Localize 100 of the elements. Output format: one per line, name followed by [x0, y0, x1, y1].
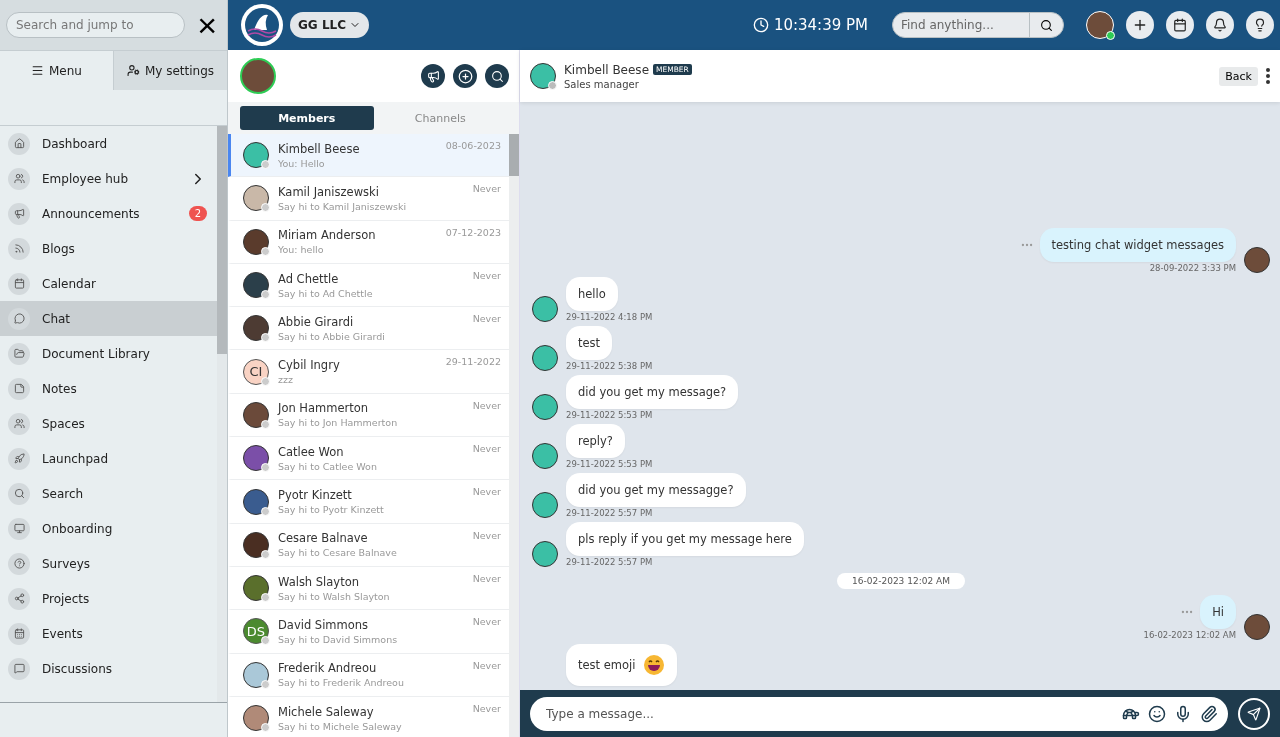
member-row[interactable]: Frederik Andreou Say hi to Frederik Andreou Never [228, 653, 509, 697]
search-button[interactable] [485, 64, 509, 88]
sidebar-item[interactable]: Spaces [0, 406, 217, 441]
member-row[interactable]: Catlee Won Say hi to Catlee Won Never [228, 437, 509, 481]
sidebar-item[interactable]: Dashboard [0, 126, 217, 161]
menu-item-icon [13, 278, 25, 289]
message-preview: You: hello [278, 244, 325, 256]
member-row[interactable]: Jon Hammerton Say hi to Jon Hammerton Never [228, 393, 509, 438]
item-label: Surveys [42, 556, 91, 571]
avatar-photo [243, 142, 269, 169]
message-preview: Say hi to Pyotr Kinzett [278, 504, 385, 515]
company-dropdown[interactable]: GG LLC [290, 12, 369, 38]
scrollbar-thumb[interactable] [217, 126, 227, 354]
menu-item-icon [13, 348, 25, 359]
message-time: 16-02-2023 12:02 AM [1143, 630, 1236, 640]
avatar-photo [243, 315, 269, 342]
sidebar-item[interactable]: Launchpad [0, 441, 217, 476]
announce-button[interactable] [421, 64, 445, 88]
menu-item-icon [13, 418, 25, 429]
item-label: Announcements [42, 206, 141, 221]
last-date: Never [472, 572, 501, 584]
more-options-icon [1266, 68, 1270, 84]
member-row[interactable]: Ad Chettle Say hi to Ad Chettle Never [228, 263, 509, 308]
initials-avatar: CI [243, 358, 269, 385]
message-preview: You: Hello [278, 157, 326, 169]
member-name: Cybil Ingry [278, 358, 341, 373]
calendar-button[interactable] [1166, 11, 1194, 39]
panel-tab[interactable]: Members [240, 106, 374, 130]
sidebar-item[interactable]: Search [0, 476, 217, 511]
user-avatar[interactable] [1086, 11, 1114, 39]
member-row[interactable]: DS David Simmons Say hi to David Simmons Never [228, 610, 509, 654]
sender-avatar [532, 394, 558, 420]
add-button[interactable] [1126, 11, 1154, 39]
sidebar-item[interactable]: Blogs [0, 231, 217, 266]
message-preview: Say hi to Catlee Won [278, 460, 378, 472]
initials-avatar: DS [243, 618, 269, 645]
menu-icon [31, 64, 44, 77]
avatar-photo [243, 445, 269, 472]
add-button[interactable] [453, 64, 477, 88]
item-label: Document Library [42, 346, 151, 361]
member-row[interactable]: Walsh Slayton Say hi to Walsh Slayton Never [228, 566, 509, 611]
sidebar-tab[interactable]: Menu [0, 50, 114, 90]
member-row[interactable]: Cesare Balnave Say hi to Cesare Balnave Never [228, 523, 509, 567]
menu-item-icon [13, 243, 25, 254]
send-icon [1247, 706, 1261, 721]
profile-avatar[interactable] [240, 58, 276, 94]
item-label: Onboarding [42, 521, 114, 536]
message-preview: Say hi to Frederik Andreou [278, 677, 405, 689]
message-time: 28-09-2022 3:33 PM [1149, 263, 1236, 273]
sidebar-item[interactable]: Events [0, 616, 217, 651]
microphone-icon[interactable] [1174, 704, 1192, 723]
sidebar-item[interactable]: Surveys [0, 546, 217, 581]
emoji-icon[interactable] [1148, 704, 1166, 723]
last-date: Never [472, 659, 501, 671]
sidebar-item[interactable]: Announcements 2 [0, 196, 217, 231]
member-row[interactable]: Pyotr Kinzett Say hi to Pyotr Kinzett Never [228, 480, 509, 524]
send-button[interactable] [1238, 697, 1270, 730]
sidebar-item[interactable]: Notes [0, 371, 217, 406]
search-field[interactable]: Find anything... [893, 13, 1029, 37]
menu-item-icon [13, 523, 25, 534]
sidebar-item[interactable]: Document Library [0, 336, 217, 371]
notifications-button[interactable] [1206, 11, 1234, 39]
last-date: Never [472, 616, 501, 628]
member-name: Michele Saleway [278, 704, 375, 719]
last-date: Never [472, 399, 501, 411]
bell-icon [1213, 18, 1227, 32]
close-button[interactable]: × [193, 8, 221, 42]
paperclip-icon[interactable] [1200, 704, 1218, 723]
member-row[interactable]: Abbie Girardi Say hi to Abbie Girardi Never [228, 307, 509, 351]
member-name: Cesare Balnave [278, 531, 369, 546]
sender-avatar [1244, 247, 1270, 273]
plus-circle-icon [457, 68, 473, 84]
member-row[interactable]: Miriam Anderson You: hello 07-12-2023 [228, 220, 509, 264]
incoming-message: hello [566, 277, 618, 311]
more-options-button[interactable] [1266, 68, 1270, 84]
last-date: 29-11-2022 [445, 356, 501, 368]
member-row[interactable]: Michele Saleway Say hi to Michele Saleway Never [228, 696, 509, 737]
member-row[interactable]: Kamil Janiszewski Say hi to Kamil Janiszewski Never [228, 177, 509, 221]
composer-bar[interactable]: Type a message... [530, 696, 1228, 731]
scrollbar-thumb[interactable] [509, 134, 519, 176]
menu-item-icon [13, 628, 25, 639]
message-preview: Say hi to Jon Hammerton [278, 417, 399, 429]
member-row[interactable]: Kimbell Beese You: Hello 08-06-2023 [228, 134, 509, 178]
sidebar-item[interactable]: Calendar [0, 266, 217, 301]
sidebar-item[interactable]: Onboarding [0, 511, 217, 546]
message-time: 29-11-2022 5:53 PM [566, 459, 653, 469]
last-date: Never [472, 443, 501, 455]
sidebar-item[interactable]: Projects [0, 581, 217, 616]
item-label: Calendar [42, 276, 97, 291]
member-name: Frederik Andreou [278, 661, 378, 676]
sidebar-item[interactable]: Employee hub [0, 161, 217, 196]
search-field[interactable]: Search and jump to [6, 12, 186, 38]
lightbulb-button[interactable] [1246, 11, 1274, 39]
member-name: Pyotr Kinzett [278, 488, 353, 502]
member-row[interactable]: CI Cybil Ingry zzz 29-11-2022 [228, 350, 509, 394]
sidebar-item[interactable]: Chat [0, 301, 217, 336]
menu-item-icon [13, 488, 25, 499]
back-button[interactable]: Back [1219, 66, 1258, 86]
search-bar[interactable]: Find anything... [892, 12, 1064, 38]
sidebar-item[interactable]: Discussions [0, 651, 217, 686]
